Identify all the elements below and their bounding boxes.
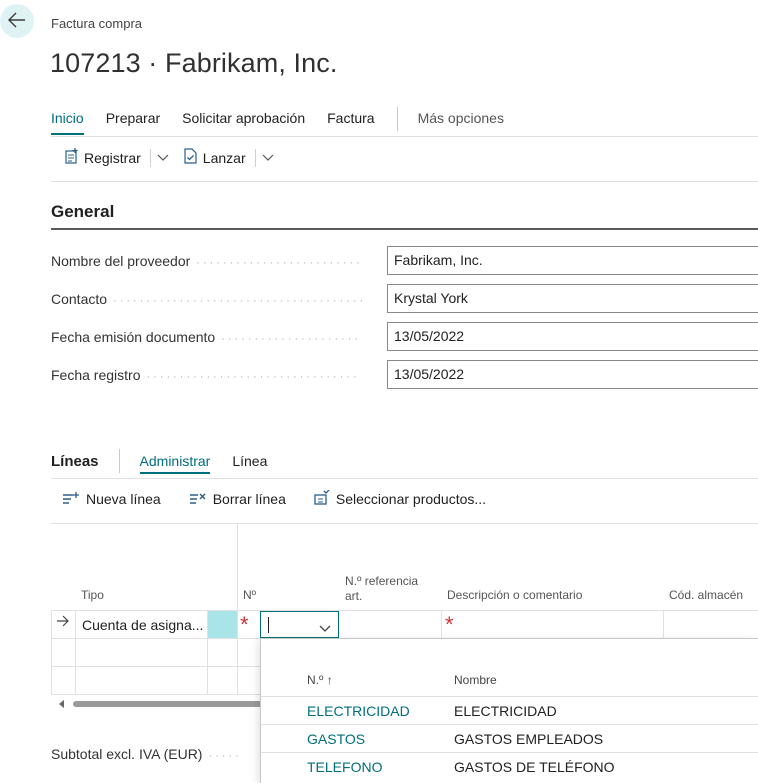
select-items-button[interactable]: Seleccionar productos... [314,489,487,508]
text-cursor [268,617,269,633]
chevron-down-icon[interactable] [149,148,169,167]
column-header-ref-line1: N.º referencia [345,574,419,588]
delete-line-icon [189,491,207,508]
row-indicator-arrow-icon [56,615,70,630]
subtotal-label: Subtotal excl. IVA (EUR) ····· [51,746,242,762]
horizontal-scrollbar[interactable] [73,701,263,707]
post-button[interactable]: Registrar [64,148,169,167]
field-label-posting-date: Fecha registro ··························… [51,367,360,383]
grid-divider [51,610,52,694]
lookup-column-no[interactable]: N.º ↑ [307,673,333,687]
grid-divider [75,610,76,694]
page-caption: Factura compra [51,16,143,31]
grid-divider [441,610,442,638]
section-underline [51,228,758,230]
list-item[interactable]: ELECTRICIDAD ELECTRICIDAD [261,696,758,724]
page-title: 107213 · Fabrikam, Inc. [50,48,338,78]
tab-administrar[interactable]: Administrar [139,453,210,474]
field-label-contact: Contacto ································… [51,291,367,307]
release-label: Lanzar [202,149,246,166]
column-header-no[interactable]: Nº [243,588,256,602]
field-label-document-date: Fecha emisión documento ·················… [51,329,362,345]
column-header-ref[interactable]: N.º referencia art. [345,574,418,604]
section-title-general: General [51,202,115,221]
lookup-dropdown: N.º ↑ Nombre ELECTRICIDAD ELECTRICIDAD G… [260,638,758,783]
lines-header: Líneas Administrar Línea [51,448,289,474]
lookup-item-name: ELECTRICIDAD [454,703,557,719]
column-header-descripcion[interactable]: Descripción o comentario [447,588,582,602]
tab-factura[interactable]: Factura [327,107,374,131]
tab-mas-opciones[interactable]: Más opciones [418,107,504,131]
lines-action-bar: Nueva línea Borrar línea Seleccionar pro… [62,489,514,508]
line-type-cell[interactable]: Cuenta de asigna... [82,617,203,633]
delete-line-button[interactable]: Borrar línea [189,491,286,508]
new-line-label: Nueva línea [86,491,161,507]
tab-divider [396,107,398,131]
lookup-item-no[interactable]: ELECTRICIDAD [307,703,410,719]
list-item[interactable]: GASTOS GASTOS EMPLEADOS [261,724,758,752]
post-label: Registrar [84,149,141,166]
chevron-down-icon[interactable] [319,621,331,636]
select-items-label: Seleccionar productos... [335,491,487,507]
tab-inicio[interactable]: Inicio [51,107,84,135]
section-title-lines: Líneas [51,452,99,470]
grid-divider [237,524,238,610]
tab-solicitar-aprobacion[interactable]: Solicitar aprobación [182,107,305,131]
grid-divider [237,610,238,694]
required-marker: * [445,612,454,637]
list-item[interactable]: TELEFONO GASTOS DE TELÉFONO [261,752,758,780]
column-header-almacen[interactable]: Cód. almacén [669,588,743,602]
field-label-vendor-name: Nombre del proveedor ····················… [51,253,363,269]
release-document-icon [183,148,198,167]
line-no-dropdown[interactable] [260,611,339,638]
scroll-left-icon[interactable] [59,700,64,708]
new-line-button[interactable]: Nueva línea [62,491,161,508]
lookup-column-name[interactable]: Nombre [454,673,497,687]
posting-date-field[interactable]: 13/05/2022 [387,360,758,389]
back-button[interactable] [0,4,34,38]
selected-cell-marker [208,611,237,638]
column-header-tipo[interactable]: Tipo [81,588,104,602]
arrow-left-icon [8,12,26,31]
lookup-item-name: GASTOS DE TELÉFONO [454,759,615,775]
delete-line-label: Borrar línea [212,491,286,507]
new-line-icon [62,491,80,508]
column-header-ref-line2: art. [345,589,363,603]
lookup-item-no[interactable]: GASTOS [307,731,365,747]
row-divider [51,694,261,695]
divider [51,478,758,479]
lookup-item-no[interactable]: TELEFONO [307,759,382,775]
required-marker: * [240,612,249,637]
lines-divider [118,449,120,473]
row-divider [51,666,261,667]
tab-preparar[interactable]: Preparar [106,107,160,131]
document-date-field[interactable]: 13/05/2022 [387,322,758,351]
select-items-icon [314,489,330,508]
post-document-icon [64,148,79,167]
vendor-name-field[interactable]: Fabrikam, Inc. [387,246,758,275]
lookup-item-name: GASTOS EMPLEADOS [454,731,604,747]
divider [51,181,758,182]
action-bar: Registrar Lanzar [64,148,288,167]
row-divider [51,610,758,611]
grid-divider [663,610,664,638]
row-divider [51,638,261,639]
release-button[interactable]: Lanzar [183,148,274,167]
chevron-down-icon[interactable] [254,148,274,167]
contact-field[interactable]: Krystal York [387,284,758,313]
divider [51,136,758,137]
action-tabs: Inicio Preparar Solicitar aprobación Fac… [51,107,526,135]
tab-linea[interactable]: Línea [232,453,267,469]
